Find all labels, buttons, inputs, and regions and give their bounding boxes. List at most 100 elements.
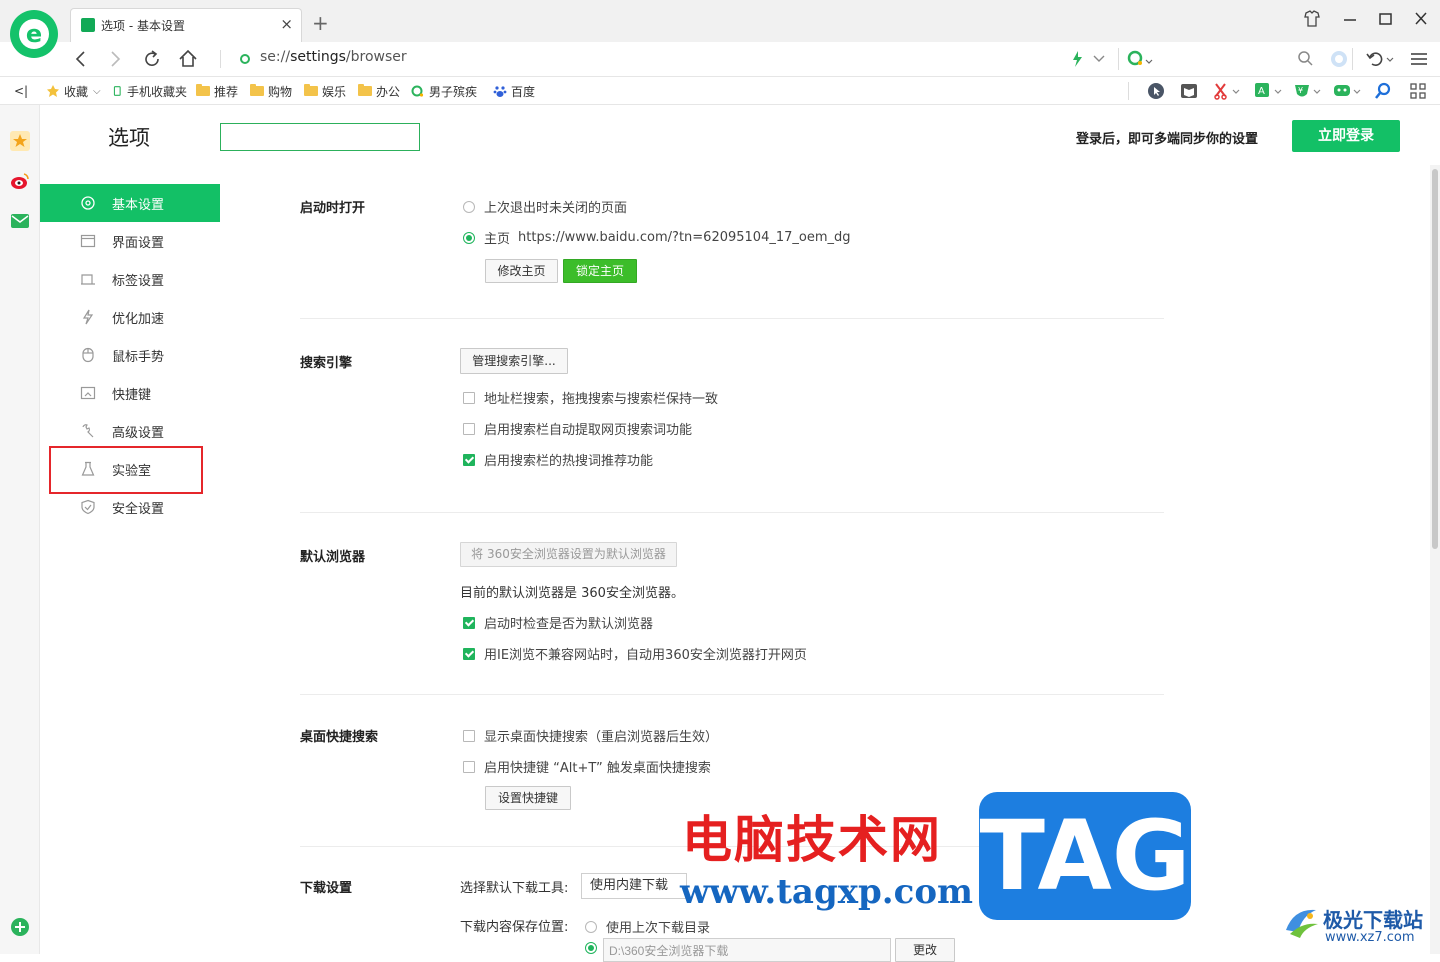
baidu-icon — [493, 86, 507, 97]
window-icon — [80, 234, 96, 248]
scrollbar[interactable] — [1430, 165, 1440, 954]
favorites-star-icon[interactable] — [10, 131, 30, 151]
radio-button[interactable] — [585, 920, 597, 933]
lock-home-button[interactable]: 锁定主页 — [563, 259, 637, 283]
search-option-sync[interactable]: 地址栏搜索，拖拽搜索与搜索栏保持一致 — [463, 388, 718, 407]
checkbox[interactable] — [463, 760, 475, 773]
search-engine-icon[interactable] — [1127, 49, 1157, 69]
page-title: 选项 — [108, 126, 150, 150]
checkbox[interactable] — [463, 422, 475, 435]
menu-item-label: 标签设置 — [112, 274, 165, 289]
maximize-button[interactable] — [1373, 8, 1397, 30]
address-input[interactable]: se://settings/browser — [260, 49, 407, 65]
add-icon[interactable] — [10, 917, 30, 937]
game-icon[interactable] — [1333, 82, 1363, 100]
download-tool-label: 选择默认下载工具: — [460, 881, 569, 896]
close-window-button[interactable] — [1409, 8, 1433, 30]
bookmark-mobile[interactable]: 手机收藏夹 — [113, 82, 187, 100]
watermark-url: www.tagxp.com — [680, 872, 973, 912]
keyboard-icon — [80, 386, 96, 400]
menu-item-basic[interactable]: 基本设置 — [40, 184, 220, 222]
watermark-site-title: 极光下载站 — [1323, 908, 1423, 932]
checkbox[interactable] — [463, 391, 475, 404]
login-button[interactable]: 立即登录 — [1292, 120, 1400, 152]
radio-button-selected[interactable] — [585, 942, 597, 954]
bookmark-baidu[interactable]: 百度 — [493, 82, 535, 100]
shopping-icon[interactable]: ¥ — [1293, 82, 1323, 100]
new-tab-button[interactable]: + — [312, 11, 329, 35]
translate-icon[interactable] — [1328, 48, 1350, 70]
refresh-icon[interactable] — [139, 46, 165, 72]
screenshot-icon[interactable] — [1213, 82, 1241, 100]
section-title-search: 搜索引擎 — [300, 356, 353, 371]
default-option-ie[interactable]: 用IE浏览不兼容网站时，自动用360安全浏览器打开网页 — [463, 644, 807, 663]
search-option-hot[interactable]: 启用搜索栏的热搜词推荐功能 — [463, 450, 653, 469]
search-option-extract[interactable]: 启用搜索栏自动提取网页搜索词功能 — [463, 419, 692, 438]
menu-item-mouse-gesture[interactable]: 鼠标手势 — [40, 336, 220, 374]
radio-button[interactable] — [463, 200, 475, 213]
startup-option-restore[interactable]: 上次退出时未关闭的页面 — [463, 197, 627, 216]
cursor-tool-icon[interactable] — [1147, 82, 1165, 100]
default-browser-status: 目前的默认浏览器是 360安全浏览器。 — [460, 586, 684, 601]
checkbox-checked[interactable] — [463, 616, 475, 629]
desktop-option-show[interactable]: 显示桌面快捷搜索（重启浏览器后生效） — [463, 726, 718, 745]
checkbox-checked[interactable] — [463, 647, 475, 660]
sidebar-toggle-icon[interactable]: <| — [14, 82, 28, 100]
download-option-last[interactable]: 使用上次下载目录 — [585, 917, 710, 936]
bookmark-folder-entertainment[interactable]: 娱乐 — [304, 82, 346, 100]
radio-button-selected[interactable] — [463, 231, 475, 244]
settings-icon — [81, 196, 95, 210]
download-path-input[interactable] — [603, 938, 891, 962]
checkbox-checked[interactable] — [463, 453, 475, 466]
bookmark-folder-shopping[interactable]: 购物 — [250, 82, 292, 100]
bookmark-folder-recommend[interactable]: 推荐 — [196, 82, 238, 100]
manage-search-engines-button[interactable]: 管理搜索引擎... — [460, 348, 568, 374]
weibo-icon[interactable] — [10, 171, 30, 191]
browser-tab[interactable]: 选项 - 基本设置 × — [70, 8, 302, 42]
default-option-check[interactable]: 启动时检查是否为默认浏览器 — [463, 613, 653, 632]
search-icon[interactable] — [1296, 49, 1316, 69]
bookmark-search[interactable]: 男子殡疾 — [411, 82, 477, 100]
tab-close-icon[interactable]: × — [280, 15, 293, 33]
menu-item-optimize[interactable]: 优化加速 — [40, 298, 220, 336]
menu-item-label: 基本设置 — [112, 198, 165, 213]
mail-icon[interactable] — [10, 211, 30, 231]
menu-item-label: 快捷键 — [112, 388, 152, 403]
home-icon[interactable] — [175, 46, 201, 72]
search-tool-icon[interactable] — [1374, 82, 1392, 100]
back-icon[interactable] — [68, 46, 94, 72]
menu-item-shortcuts[interactable]: 快捷键 — [40, 374, 220, 412]
translate-tool-icon[interactable]: A — [1254, 82, 1284, 100]
forward-icon[interactable] — [102, 46, 128, 72]
download-location-label: 下载内容保存位置: — [460, 920, 569, 935]
minimize-button[interactable] — [1338, 8, 1362, 30]
mouse-icon — [82, 347, 94, 363]
menu-item-interface[interactable]: 界面设置 — [40, 222, 220, 260]
menu-item-tabs[interactable]: 标签设置 — [40, 260, 220, 298]
bookmark-folder-office[interactable]: 办公 — [358, 82, 400, 100]
sidebar-strip — [0, 105, 40, 954]
set-default-browser-button[interactable]: 将 360安全浏览器设置为默认浏览器 — [460, 542, 677, 567]
browser-logo-icon[interactable]: e — [10, 10, 58, 58]
skin-icon[interactable] — [1300, 8, 1324, 30]
speed-mode-icon[interactable] — [1070, 50, 1110, 68]
checkbox[interactable] — [463, 729, 475, 742]
title-bar: 选项 - 基本设置 × + — [0, 0, 1440, 42]
menu-item-advanced[interactable]: 高级设置 — [40, 412, 220, 450]
desktop-option-hotkey[interactable]: 启用快捷键 “Alt+T” 触发桌面快捷搜索 — [463, 757, 711, 776]
wrench-icon — [82, 424, 94, 438]
bookmark-favorites[interactable]: 收藏 ⌵ — [46, 82, 101, 100]
change-path-button[interactable]: 更改 — [895, 938, 955, 962]
settings-search-input[interactable] — [220, 123, 420, 151]
startup-option-home[interactable]: 主页 https://www.baidu.com/?tn=62095104_17… — [463, 228, 851, 247]
menu-icon[interactable] — [1408, 48, 1430, 70]
download-tool-select[interactable]: 使用内建下载 — [581, 873, 687, 899]
apps-grid-icon[interactable] — [1409, 82, 1427, 100]
modify-home-button[interactable]: 修改主页 — [485, 259, 558, 283]
reader-icon[interactable] — [1180, 82, 1198, 100]
undo-icon[interactable] — [1364, 48, 1396, 70]
folder-icon — [358, 84, 372, 96]
scrollbar-thumb[interactable] — [1432, 169, 1438, 549]
set-hotkey-button[interactable]: 设置快捷键 — [485, 786, 571, 810]
section-title-desktop-search: 桌面快捷搜索 — [300, 730, 379, 745]
